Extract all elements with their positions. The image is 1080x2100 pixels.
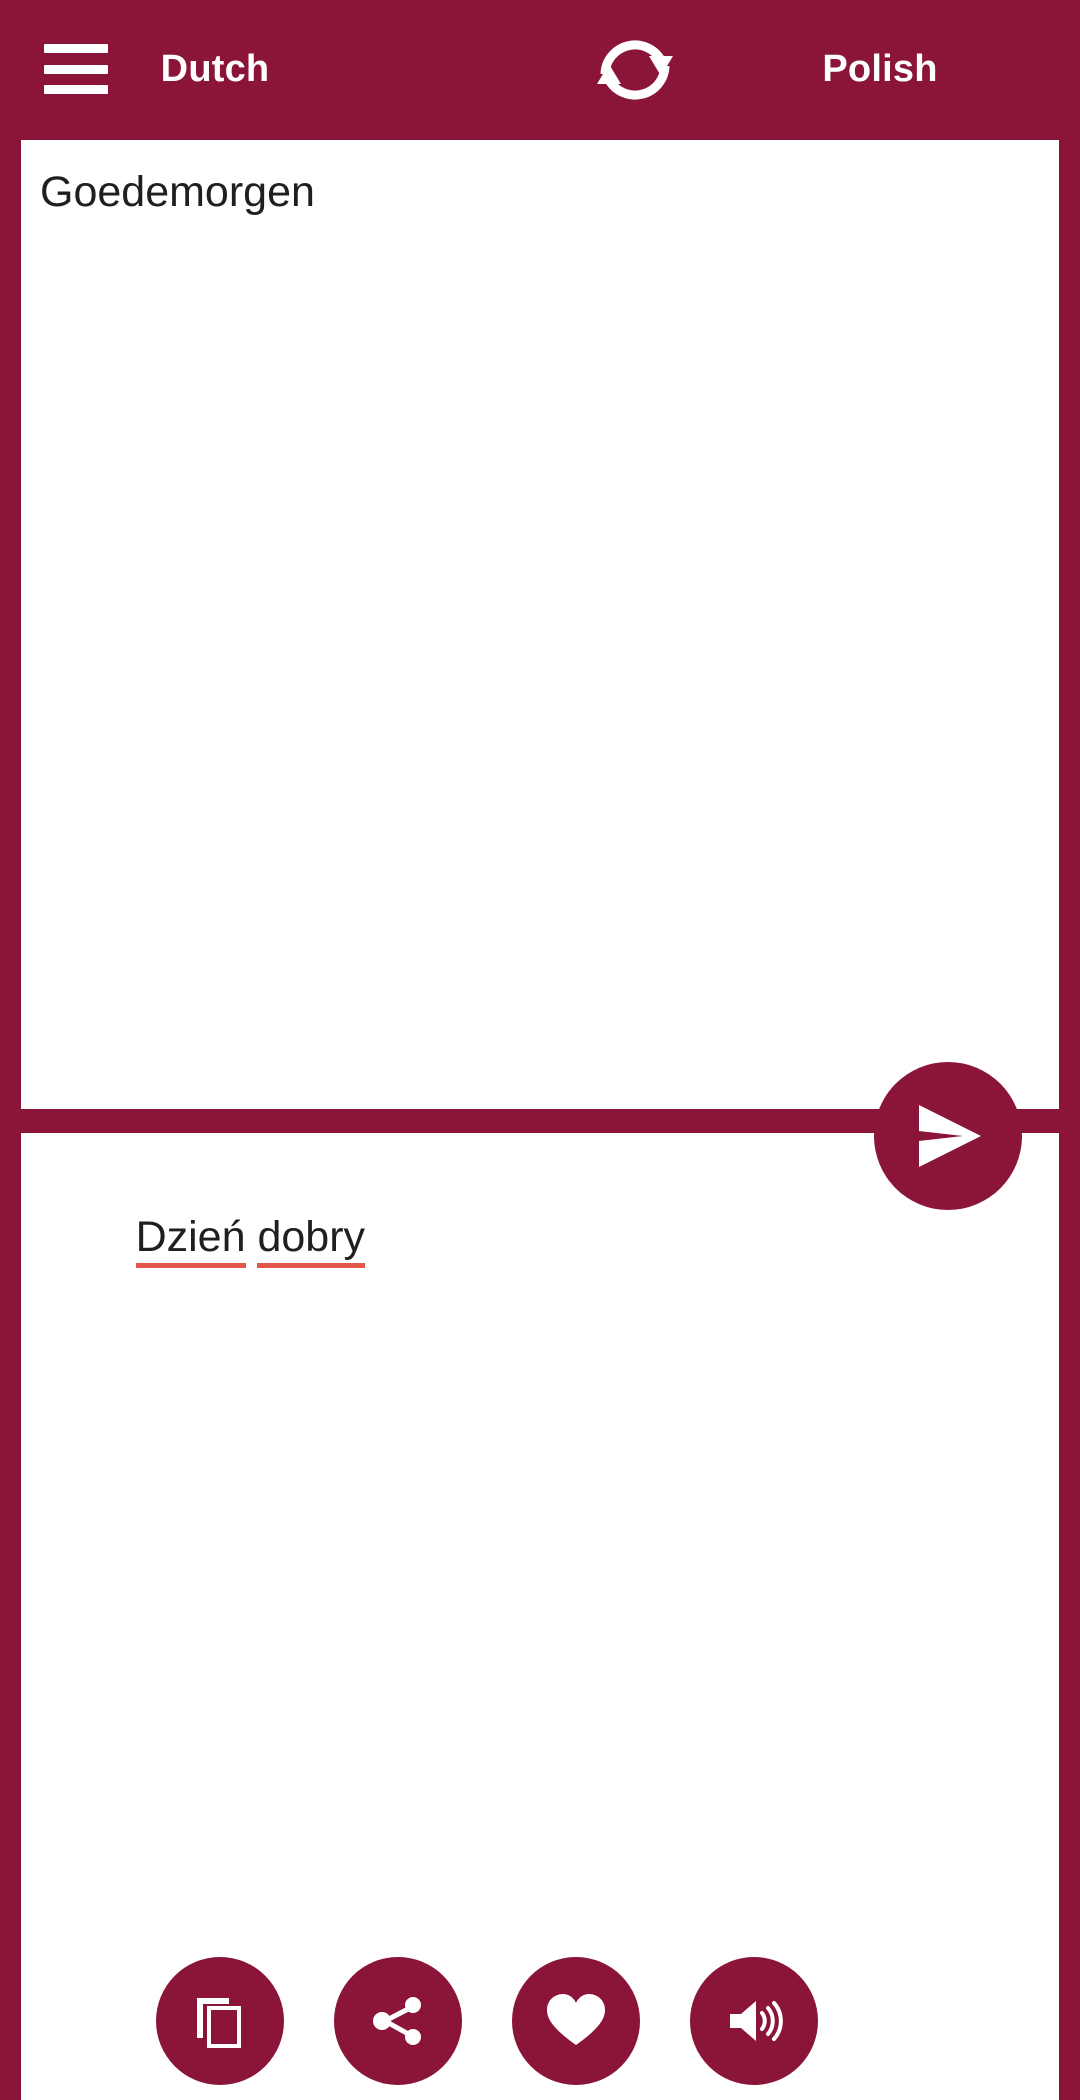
copy-icon [191,1992,249,2050]
speak-target-button[interactable] [690,1957,818,2085]
word-space [246,1213,258,1261]
favorite-button[interactable] [512,1957,640,2085]
send-button[interactable] [874,1062,1022,1210]
source-text-input[interactable]: Goedemorgen [40,166,1029,218]
send-icon [905,1093,991,1179]
share-icon [368,1991,428,2051]
app-bar: Dutch Polish [0,0,1080,140]
copy-button[interactable] [156,1957,284,2085]
swap-languages-icon[interactable] [583,18,687,122]
translated-word: dobry [257,1211,365,1269]
heart-icon [543,1988,609,2054]
translated-word: Dzień [135,1211,246,1269]
target-action-row [156,1957,818,2085]
translator-app: Dutch Polish Goedemorgen Dzień dobry [0,0,1080,2100]
translated-text: Dzień dobry [40,1159,1029,1316]
share-button[interactable] [334,1957,462,2085]
source-language-selector[interactable]: Dutch [0,48,430,91]
source-text-panel[interactable]: Goedemorgen [21,140,1059,1109]
speaker-icon [722,1989,786,2053]
target-language-selector[interactable]: Polish [680,48,1080,91]
target-text-panel[interactable]: Dzień dobry [21,1133,1059,2100]
